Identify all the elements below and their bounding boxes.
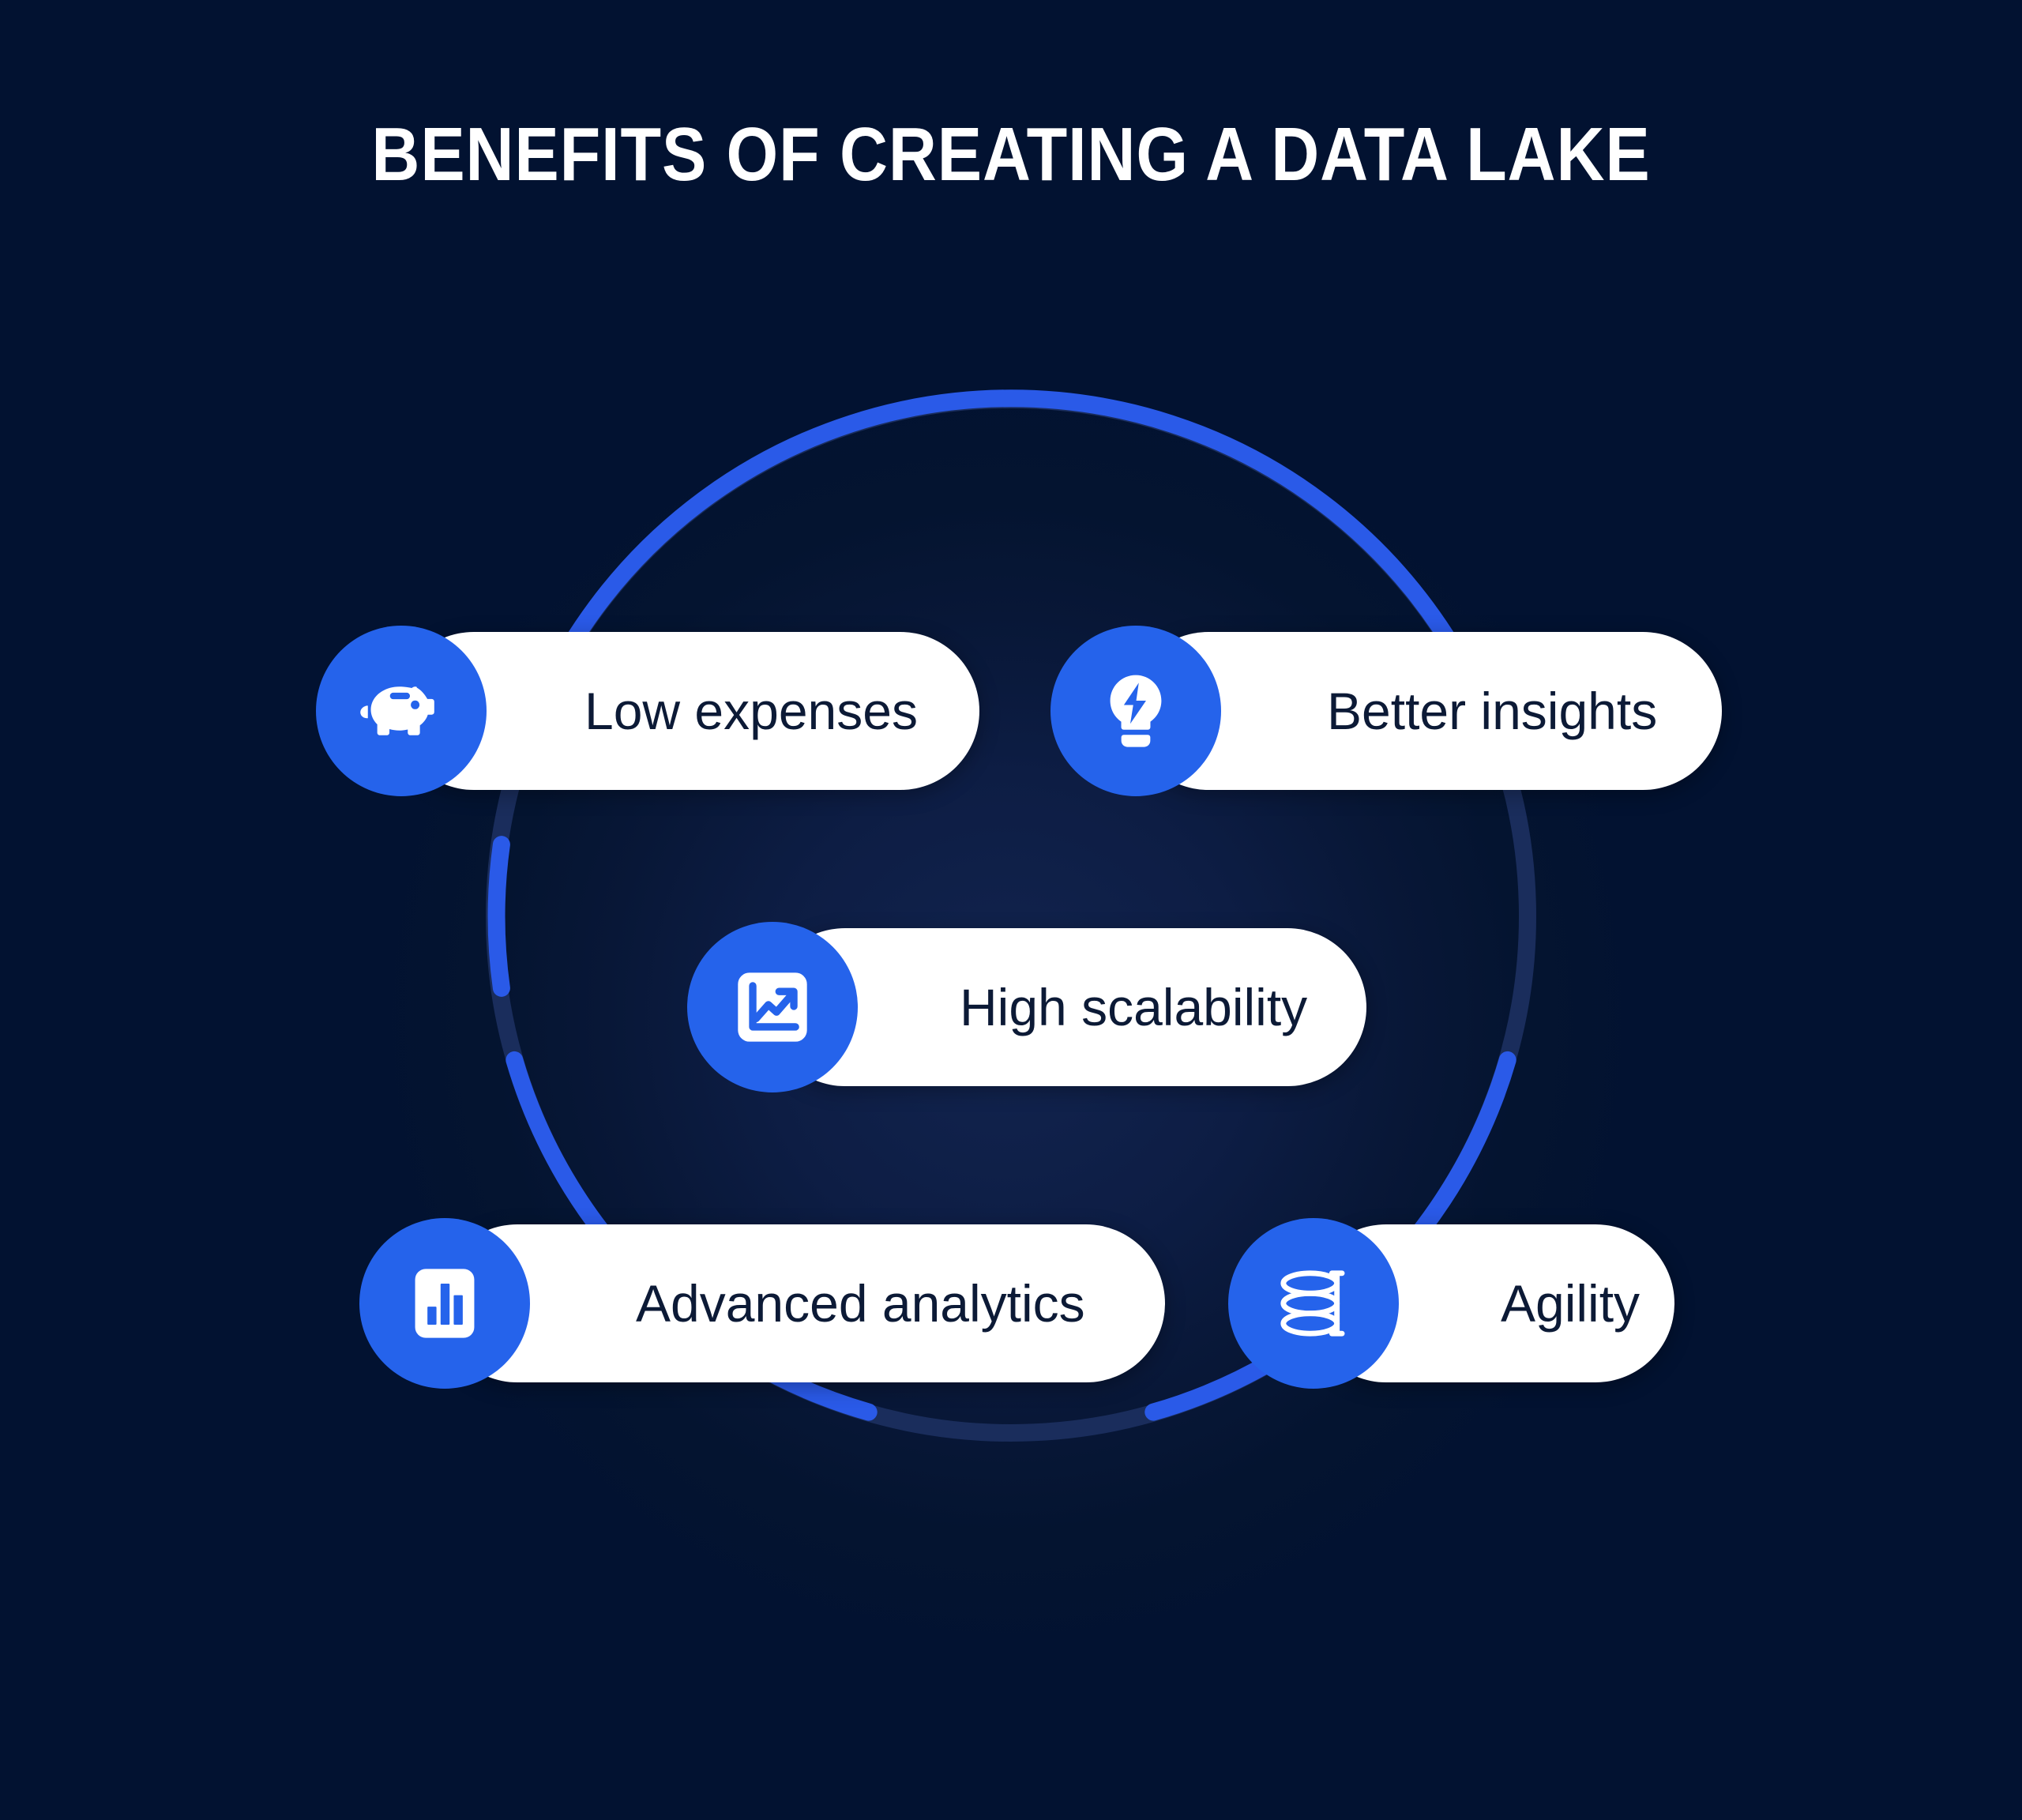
benefit-label: High scalability bbox=[960, 978, 1308, 1036]
page-title: BENEFITS OF CREATING A DATA LAKE bbox=[371, 112, 1651, 197]
benefit-card-agility[interactable]: Agility bbox=[1228, 1218, 1674, 1389]
benefit-card-high-scalability[interactable]: High scalability bbox=[687, 922, 1366, 1092]
ring-segment-left bbox=[487, 836, 510, 997]
piggy-bank-icon bbox=[316, 626, 487, 796]
trending-up-chart-icon bbox=[687, 922, 858, 1092]
benefit-card-low-expenses[interactable]: Low expenses bbox=[316, 626, 979, 796]
infographic-canvas: BENEFITS OF CREATING A DATA LAKE Low exp… bbox=[0, 0, 2022, 1820]
lightbulb-bolt-icon bbox=[1050, 626, 1221, 796]
spring-coil-icon bbox=[1228, 1218, 1399, 1389]
benefit-label: Agility bbox=[1501, 1274, 1641, 1333]
benefit-label: Better insights bbox=[1327, 682, 1658, 740]
benefit-card-better-insights[interactable]: Better insights bbox=[1050, 626, 1722, 796]
bar-chart-icon bbox=[359, 1218, 530, 1389]
benefit-card-advanced-analytics[interactable]: Advanced analytics bbox=[359, 1218, 1165, 1389]
benefit-label: Low expenses bbox=[584, 682, 918, 740]
benefit-label: Advanced analytics bbox=[636, 1274, 1085, 1333]
